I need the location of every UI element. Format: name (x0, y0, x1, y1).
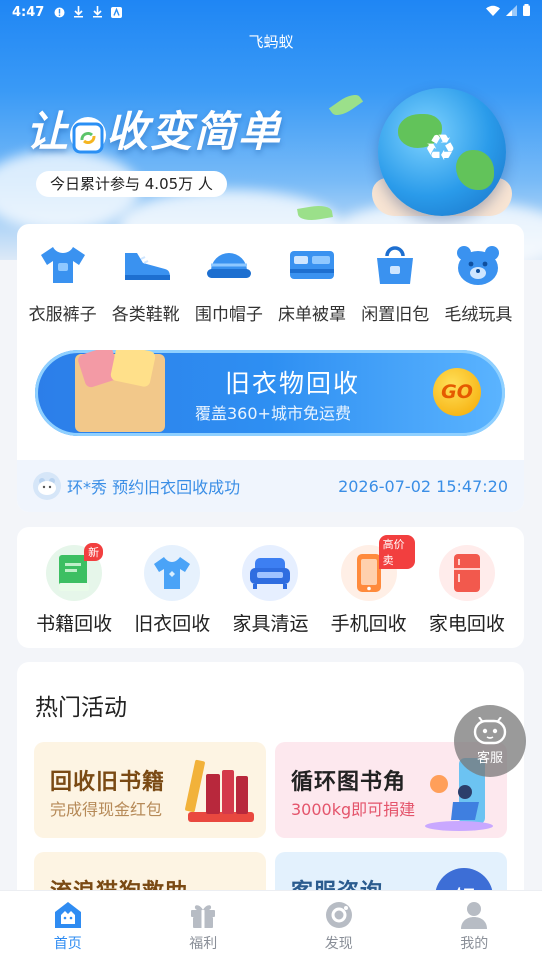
notification-icon (54, 7, 65, 18)
service-appliance-recycle[interactable]: 家电回收 (421, 545, 513, 648)
clothes-box-illustration (75, 350, 165, 432)
tile-subtitle: 3000kg即可捐建 (291, 800, 416, 819)
home-icon (54, 902, 81, 928)
recycle-category-card: 衣服裤子 各类鞋靴 围巾帽子 床单被罩 闲置旧包 毛绒玩具 旧衣物回收 覆盖36… (17, 224, 524, 512)
battery-icon (523, 4, 530, 20)
tile-title: 回收旧书籍 (50, 770, 166, 795)
avatar (33, 472, 61, 500)
category-clothes[interactable]: 衣服裤子 (22, 242, 104, 325)
nav-label: 首页 (53, 936, 82, 952)
leaf-decoration (328, 90, 364, 120)
ticker-timestamp: 2026-07-02 15:47:20 (338, 476, 508, 496)
app-title: 飞蚂蚁 (248, 33, 294, 51)
app-notification-icon (111, 6, 123, 18)
category-shoes[interactable]: 各类鞋靴 (105, 242, 187, 325)
teddy-bear-icon (453, 242, 503, 288)
category-list: 衣服裤子 各类鞋靴 围巾帽子 床单被罩 闲置旧包 毛绒玩具 (17, 242, 524, 325)
go-button[interactable]: GO (433, 368, 481, 416)
banner-title: 旧衣物回收 (225, 369, 361, 398)
sofa-icon (242, 545, 299, 601)
shoe-icon (121, 242, 171, 288)
download-icon (92, 6, 103, 18)
nav-label: 我的 (460, 936, 489, 952)
tile-subtitle: 完成得现金红包 (50, 800, 163, 819)
order-ticker: 环*秀 预约旧衣回收成功 2026-07-02 15:47:20 (17, 460, 524, 512)
service-label: 旧衣回收 (134, 613, 211, 635)
service-clothes-recycle[interactable]: 旧衣回收 (126, 545, 218, 648)
service-label: 书籍回收 (36, 613, 113, 635)
user-icon (461, 902, 488, 929)
signal-icon (506, 4, 517, 20)
category-label: 毛绒玩具 (444, 305, 513, 325)
discover-icon (325, 902, 352, 928)
nav-label: 福利 (189, 936, 218, 952)
category-hats[interactable]: 围巾帽子 (188, 242, 270, 325)
nav-benefits[interactable]: 福利 (136, 891, 272, 965)
customer-service-label: 客服 (476, 750, 503, 766)
category-label: 各类鞋靴 (111, 305, 180, 325)
category-bags[interactable]: 闲置旧包 (354, 242, 436, 325)
hero-banner: 4:47 飞蚂蚁 让 收变简单 今日累计参与 4.05万 人 ♻ (0, 0, 542, 260)
nav-label: 发现 (324, 936, 353, 952)
gift-icon (191, 905, 216, 928)
category-bedding[interactable]: 床单被罩 (271, 242, 353, 325)
slogan-text-prefix: 让 (26, 107, 71, 156)
category-label: 闲置旧包 (361, 305, 430, 325)
bed-icon (287, 242, 337, 288)
category-label: 床单被罩 (278, 305, 347, 325)
recycle-icon (70, 116, 107, 153)
category-plush-toys[interactable]: 毛绒玩具 (437, 242, 519, 325)
service-book-recycle[interactable]: 新 书籍回收 (28, 543, 120, 648)
status-bar: 4:47 (0, 0, 542, 24)
bottom-navigation: 首页 福利 发现 我的 (0, 890, 542, 965)
hero-slogan: 让收变简单 (26, 98, 282, 159)
books-illustration-icon (185, 759, 254, 822)
service-label: 家具清运 (232, 613, 309, 635)
activity-tile-book-recycle[interactable]: 回收旧书籍 完成得现金红包 (34, 742, 266, 838)
tshirt-icon (38, 242, 88, 288)
customer-service-button[interactable]: 客服 (454, 705, 526, 777)
old-clothes-recycle-banner[interactable]: 旧衣物回收 覆盖360+城市免运费 GO (35, 350, 505, 436)
hot-activities-card: 热门活动 回收旧书籍 完成得现金红包 循环图书角 3000kg即可捐建 流浪猫狗… (17, 662, 524, 902)
robot-icon (473, 716, 507, 744)
service-label: 手机回收 (330, 613, 407, 635)
service-furniture-removal[interactable]: 家具清运 (224, 545, 316, 648)
nav-discover[interactable]: 发现 (271, 891, 407, 965)
banner-subtitle: 覆盖360+城市免运费 (195, 404, 351, 423)
download-icon (73, 6, 84, 18)
participation-counter: 今日累计参与 4.05万 人 (36, 171, 227, 197)
category-label: 围巾帽子 (194, 305, 263, 325)
status-time: 4:47 (12, 4, 45, 20)
fridge-icon (438, 545, 495, 601)
nav-mine[interactable]: 我的 (407, 891, 542, 965)
ticker-message: 环*秀 预约旧衣回收成功 (67, 478, 241, 497)
earth-globe-icon: ♻ (378, 88, 506, 216)
service-card: 新 书籍回收 旧衣回收 家具清运 高价卖 手机回收 家电回收 (17, 527, 524, 648)
category-label: 衣服裤子 (28, 305, 97, 325)
high-price-badge: 高价卖 (378, 535, 415, 569)
section-heading: 热门活动 (35, 695, 127, 721)
wifi-icon (486, 5, 500, 20)
tshirt-icon (144, 545, 201, 601)
nav-home[interactable]: 首页 (0, 891, 136, 965)
new-badge: 新 (84, 543, 104, 561)
service-phone-recycle[interactable]: 高价卖 手机回收 (323, 535, 415, 648)
service-label: 家电回收 (428, 613, 505, 635)
bag-icon (370, 242, 420, 288)
hat-icon (204, 242, 254, 288)
tile-title: 循环图书角 (291, 770, 407, 795)
slogan-text-suffix: 收变简单 (106, 107, 283, 156)
